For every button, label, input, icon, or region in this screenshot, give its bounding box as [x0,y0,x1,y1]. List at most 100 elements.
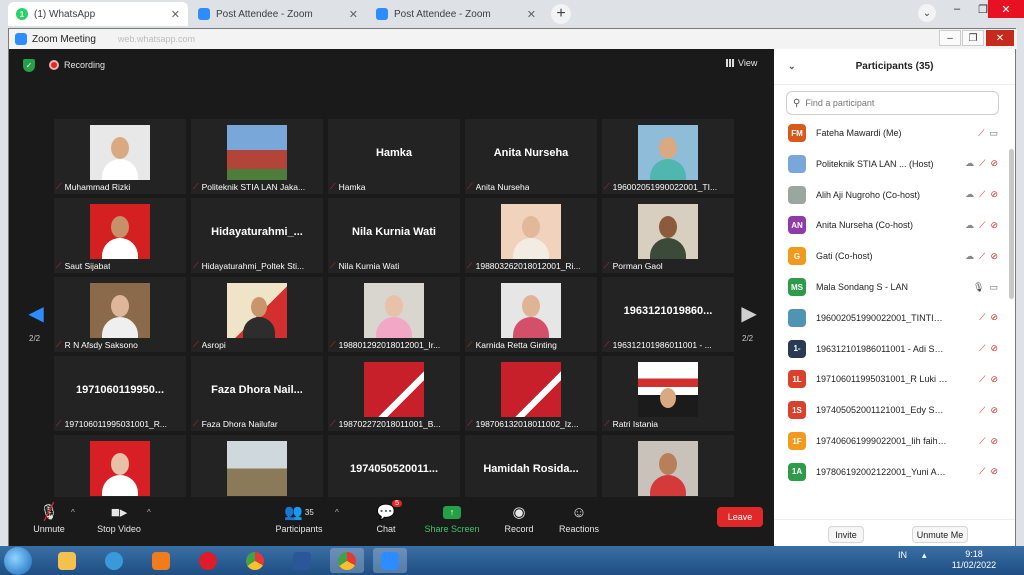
next-page-arrow-icon[interactable]: ▶ [741,302,756,325]
participant-list-name: 196312101986011001 - Adi Set... [816,343,948,354]
chat-button[interactable]: 💬 5 Chat [356,500,416,544]
participant-row[interactable]: FM Fateha Mawardi (Me) ⟋ ▭ [774,119,1006,147]
video-tile[interactable]: ⟋ 196002051990022001_TI... [602,119,734,194]
participant-row[interactable]: 1L 197106011995031001_R Luki ka... ⟋ ⊘ [774,365,1006,393]
input-language[interactable]: IN [898,550,907,560]
unmute-options-caret-icon[interactable]: ^ [71,508,75,517]
participant-row[interactable]: 1S 197405052001121001_Edy Sutri... ⟋ ⊘ [774,396,1006,424]
participant-row[interactable]: Politeknik STIA LAN ... (Host) ☁ ⟋ ⊘ [774,150,1006,178]
participant-list-scrollbar[interactable] [1009,149,1014,299]
zoom-taskbar-icon[interactable] [373,548,407,573]
participants-button[interactable]: 👥 35 Participants ^ [269,500,338,544]
zoom-logo-icon [15,33,27,45]
participant-row[interactable]: 1- 196312101986011001 - Adi Set... ⟋ ⊘ [774,335,1006,363]
tab-whatsapp[interactable]: 1 (1) WhatsApp ✕ [8,2,188,26]
video-tile[interactable]: ⟋ Karnida Retta Ginting [465,277,597,352]
zoom-close-icon[interactable]: ✕ [986,30,1014,46]
tab-post-attendee-2[interactable]: Post Attendee - Zoom ✕ [368,2,544,26]
unmute-me-button[interactable]: Unmute Me [912,526,968,543]
muted-mic-icon: ⟋ [467,339,473,349]
participant-search-input[interactable] [805,98,986,108]
close-icon[interactable]: ✕ [349,8,358,21]
participant-name: 198702272018011001_B... [338,418,441,429]
video-tile[interactable]: Faza Dhora Nail... ⟋ Faza Dhora Nailufar [191,356,323,431]
participants-options-caret-icon[interactable]: ^ [335,508,339,517]
video-options-caret-icon[interactable]: ^ [147,508,151,517]
video-tile[interactable]: ⟋ 198706132018011002_Iz... [465,356,597,431]
muted-mic-icon: ⟋ [604,339,610,349]
stop-video-button[interactable]: ■▸ Stop Video ^ [89,500,151,544]
word-icon[interactable] [285,548,319,573]
video-tile[interactable]: ⟋ Muhammad Rizki [54,119,186,194]
reactions-button[interactable]: ☺ Reactions [549,500,609,544]
muted-mic-icon: ⟋ [979,435,986,446]
zoom-minimize-icon[interactable]: – [939,30,961,46]
chevron-down-icon[interactable]: ⌄ [788,61,796,72]
video-tile[interactable]: 1963121019860... ⟋ 196312101986011001 - ..… [602,277,734,352]
video-tile[interactable]: ⟋ Porman Gaol [602,198,734,273]
video-tile[interactable]: ⟋ Ratri Istania [602,356,734,431]
close-icon[interactable]: ✕ [527,8,536,21]
video-tile[interactable]: ⟋ Saut Sijabat [54,198,186,273]
participant-video [501,362,561,417]
previous-page-arrow-icon[interactable]: ◀ [28,302,43,325]
close-icon[interactable]: ✕ [171,8,180,21]
encryption-shield-icon[interactable]: ✓ [23,59,35,72]
tray-arrow-icon[interactable]: ▴ [922,550,927,561]
tab-search-chevron-icon[interactable]: ⌄ [918,4,936,22]
start-button-icon[interactable] [4,547,32,575]
participant-video [501,204,561,259]
share-screen-button[interactable]: ↑ Share Screen [422,500,482,544]
participant-name: Politeknik STIA LAN Jaka... [201,181,306,192]
participant-row[interactable]: 196002051990022001_TINTIN S... ⟋ ⊘ [774,304,1006,332]
video-off-icon: ⊘ [990,158,998,169]
chrome-icon[interactable] [238,548,272,573]
chrome-active-icon[interactable] [330,548,364,573]
participant-name: Asropi [201,339,226,350]
participant-row[interactable]: 1F 197406061999022001_Iih faihaah ⟋ ⊘ [774,427,1006,455]
zoom-maximize-icon[interactable]: ❐ [962,30,984,46]
tab-post-attendee-1[interactable]: Post Attendee - Zoom ✕ [190,2,366,26]
media-player-icon[interactable] [144,548,178,573]
participant-video [638,362,698,417]
opera-icon[interactable] [191,548,225,573]
participant-list[interactable]: FM Fateha Mawardi (Me) ⟋ ▭ Politeknik STIA L… [774,119,1006,519]
view-button[interactable]: View [726,58,757,68]
participant-video [638,441,698,496]
participant-row[interactable]: Alih Aji Nugroho (Co-host) ☁ ⟋ ⊘ [774,181,1006,209]
participant-status-icons: ⟋ ⊘ [979,374,998,385]
new-tab-button[interactable]: + [551,4,571,24]
video-tile[interactable]: ⟋ 198801292018012001_Ir... [328,277,460,352]
video-tile[interactable]: ⟋ R N Afsdy Saksono [54,277,186,352]
video-tile[interactable]: ⟋ Politeknik STIA LAN Jaka... [191,119,323,194]
unmute-button[interactable]: 🎙 ╱ Unmute ^ [19,500,79,544]
participant-row[interactable]: 1A 197806192002122001_Yuni Ariy... ⟋ ⊘ [774,458,1006,486]
video-tile[interactable]: Hamka ⟋ Hamka [328,119,460,194]
video-tile[interactable]: Hidayaturahmi_... ⟋ Hidayaturahmi_Poltek S… [191,198,323,273]
system-clock[interactable]: 9:18 11/02/2022 [944,549,1004,571]
participant-search-box[interactable]: ⚲ [786,91,999,115]
video-tile[interactable]: ⟋ Asropi [191,277,323,352]
leave-button[interactable]: Leave [717,507,763,527]
video-tile[interactable]: ⟋ 198702272018011001_B... [328,356,460,431]
tile-display-name: Hidayaturahmi_... [211,226,303,238]
participant-row[interactable]: MS Mala Sondang S - LAN 🎙 ▭ [774,273,1006,301]
video-tile[interactable]: Anita Nurseha ⟋ Anita Nurseha [465,119,597,194]
participant-row[interactable]: G Gati (Co-host) ☁ ⟋ ⊘ [774,242,1006,270]
video-tile[interactable]: Nila Kurnia Wati ⟋ Nila Kurnia Wati [328,198,460,273]
record-label: Record [504,524,534,534]
record-button[interactable]: ◉ Record [489,500,549,544]
recording-indicator[interactable]: Recording [49,60,105,70]
internet-explorer-icon[interactable] [97,548,131,573]
video-tile[interactable]: ⟋ 198803262018012001_Ri... [465,198,597,273]
zoom-title-bar: Zoom Meeting web.whatsapp.com – ❐ ✕ [9,29,1017,49]
muted-mic-icon: ⟋ [467,181,473,191]
window-close-icon[interactable]: ✕ [988,0,1024,18]
avatar: 1- [788,339,806,358]
video-tile[interactable]: 1971060119950... ⟋ 197106011995031001_R... [54,356,186,431]
invite-button[interactable]: Invite [828,526,864,543]
minimize-icon[interactable]: – [944,0,970,18]
window-title: Zoom Meeting [32,33,96,45]
participant-row[interactable]: AN Anita Nurseha (Co-host) ☁ ⟋ ⊘ [774,211,1006,239]
file-explorer-icon[interactable] [50,548,84,573]
